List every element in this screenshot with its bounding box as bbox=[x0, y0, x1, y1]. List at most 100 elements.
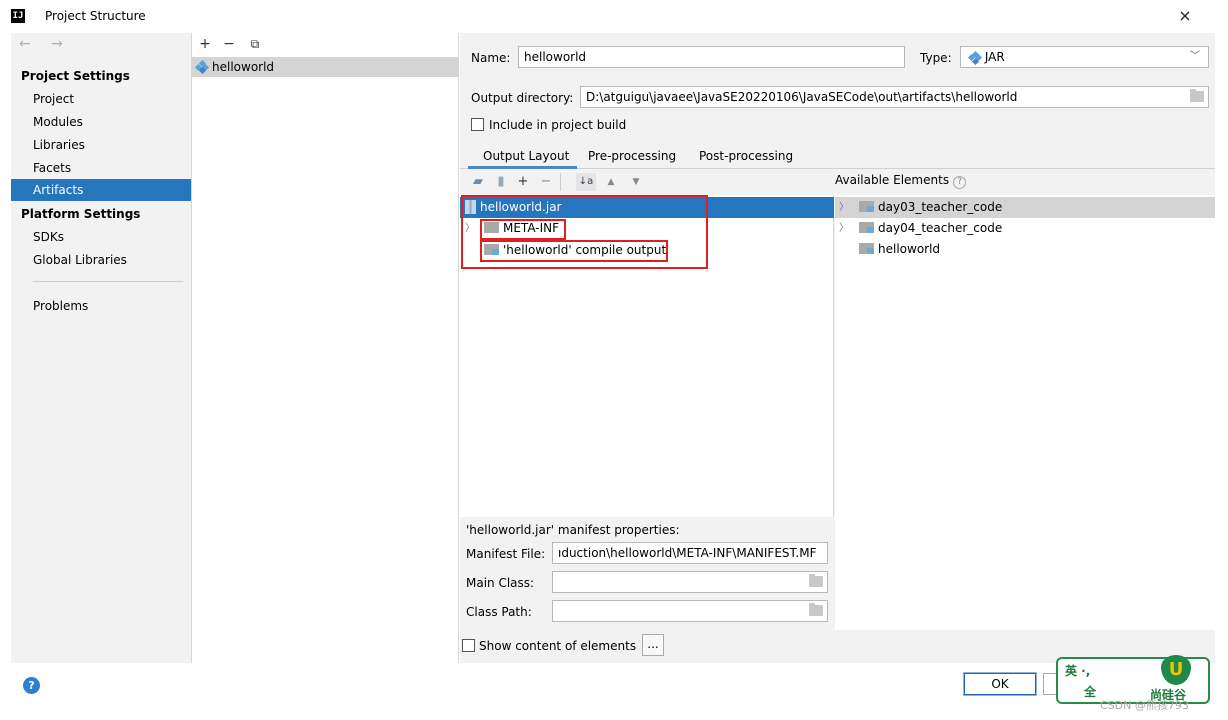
manifest-file-label: Manifest File: bbox=[466, 547, 546, 561]
browse-folder-icon[interactable] bbox=[809, 603, 823, 616]
manifest-title: 'helloworld.jar' manifest properties: bbox=[466, 523, 680, 537]
sidebar-item-sdks[interactable]: SDKs bbox=[11, 226, 191, 248]
output-directory-label: Output directory: bbox=[471, 91, 574, 105]
name-input[interactable]: helloworld bbox=[518, 46, 905, 68]
available-item-content: day04_teacher_code bbox=[859, 218, 1002, 239]
tree-row-content: 'helloworld' compile output bbox=[484, 240, 666, 261]
available-item-day04[interactable]: 〉 day04_teacher_code bbox=[835, 218, 1215, 239]
sidebar-divider bbox=[33, 281, 183, 282]
name-label: Name: bbox=[471, 51, 511, 65]
class-path-label: Class Path: bbox=[466, 605, 532, 619]
available-item-content: day03_teacher_code bbox=[859, 197, 1002, 218]
tree-row-compile-output[interactable]: 'helloworld' compile output bbox=[460, 240, 834, 261]
sidebar-item-artifacts[interactable]: Artifacts bbox=[11, 179, 191, 201]
tree-row-helloworld-jar[interactable]: helloworld.jar bbox=[460, 197, 834, 218]
manifest-file-input[interactable]: ıduction\helloworld\META-INF\MANIFEST.MF bbox=[552, 542, 828, 564]
add-copy-of-icon[interactable]: + bbox=[514, 173, 532, 191]
include-in-build-label: Include in project build bbox=[489, 118, 627, 132]
chevron-right-icon[interactable]: 〉 bbox=[465, 218, 475, 239]
toolbar-separator bbox=[560, 173, 561, 191]
type-select-value: JAR bbox=[984, 50, 1005, 64]
add-icon[interactable]: + bbox=[196, 35, 214, 53]
copy-icon[interactable]: ⧉ bbox=[246, 35, 264, 53]
artifact-settings-panel: Name: helloworld Type: JAR ﹀ Output dire… bbox=[460, 33, 1215, 663]
main-class-input[interactable] bbox=[552, 571, 828, 593]
tree-row-label: helloworld.jar bbox=[480, 200, 562, 214]
available-elements-label: Available Elements bbox=[835, 173, 950, 187]
chevron-down-icon: ﹀ bbox=[1190, 51, 1200, 62]
browse-folder-icon[interactable] bbox=[1190, 89, 1204, 102]
artifact-item-label: helloworld bbox=[212, 60, 275, 74]
chevron-right-icon[interactable]: 〉 bbox=[839, 197, 849, 218]
module-output-icon bbox=[484, 244, 499, 255]
sidebar-item-modules[interactable]: Modules bbox=[11, 111, 191, 133]
include-in-build-checkbox[interactable] bbox=[471, 118, 484, 131]
available-item-helloworld[interactable]: helloworld bbox=[835, 239, 1215, 260]
csdn-watermark: CSDN @熊孩793 bbox=[1100, 699, 1189, 712]
close-icon[interactable]: × bbox=[1173, 4, 1197, 28]
output-layout-tree: helloworld.jar 〉 META-INF 'helloworld' c… bbox=[460, 195, 834, 517]
sidebar-item-libraries[interactable]: Libraries bbox=[11, 134, 191, 156]
available-item-content: helloworld bbox=[859, 239, 940, 260]
chevron-right-icon[interactable]: 〉 bbox=[839, 218, 849, 239]
artifact-list-toolbar: + − ⧉ bbox=[192, 33, 458, 57]
ok-button[interactable]: OK bbox=[963, 672, 1037, 696]
back-forward-arrows[interactable]: ← → bbox=[19, 36, 71, 52]
help-button[interactable]: ? bbox=[23, 677, 40, 694]
class-path-input[interactable] bbox=[552, 600, 828, 622]
move-down-icon[interactable]: ▼ bbox=[628, 173, 644, 191]
tree-row-content: META-INF bbox=[484, 218, 559, 239]
available-item-label: day04_teacher_code bbox=[878, 221, 1003, 235]
watermark-line1: 英 ·, bbox=[1065, 664, 1091, 678]
jar-file-icon bbox=[465, 200, 476, 214]
project-settings-heading: Project Settings bbox=[21, 69, 130, 83]
show-content-checkbox[interactable] bbox=[462, 639, 475, 652]
brand-logo-icon: U bbox=[1161, 655, 1191, 685]
remove-icon[interactable]: − bbox=[220, 35, 238, 53]
intellij-logo-icon: IJ bbox=[11, 9, 25, 23]
type-label: Type: bbox=[920, 51, 952, 65]
show-content-options-button[interactable]: ... bbox=[642, 634, 664, 656]
show-content-label: Show content of elements bbox=[479, 639, 637, 653]
sidebar-item-facets[interactable]: Facets bbox=[11, 157, 191, 179]
add-jar-icon[interactable]: ▮ bbox=[494, 173, 508, 191]
available-item-label: day03_teacher_code bbox=[878, 200, 1003, 214]
watermark-line2: 全 bbox=[1084, 685, 1097, 699]
remove-element-icon[interactable]: − bbox=[538, 173, 554, 191]
module-icon bbox=[859, 222, 874, 233]
sidebar-item-problems[interactable]: Problems bbox=[11, 295, 191, 317]
window-title: Project Structure bbox=[45, 9, 146, 23]
available-elements-heading: Available Elements? bbox=[835, 173, 967, 189]
help-icon[interactable]: ? bbox=[953, 176, 967, 189]
module-icon bbox=[859, 243, 874, 254]
manifest-properties: 'helloworld.jar' manifest properties: Ma… bbox=[460, 517, 834, 630]
artifact-list-panel: + − ⧉ helloworld bbox=[191, 33, 459, 663]
tree-row-meta-inf[interactable]: 〉 META-INF bbox=[460, 218, 834, 239]
jar-artifact-icon bbox=[194, 59, 210, 75]
output-directory-input[interactable]: D:\atguigu\javaee\JavaSE20220106\JavaSEC… bbox=[580, 86, 1209, 108]
main-class-label: Main Class: bbox=[466, 576, 535, 590]
settings-sidebar: ← → Project Settings Project Modules Lib… bbox=[11, 33, 191, 663]
tab-pre-processing[interactable]: Pre-processing bbox=[588, 147, 676, 169]
jar-type-icon bbox=[967, 50, 983, 65]
tab-output-layout[interactable]: Output Layout bbox=[468, 147, 578, 169]
tree-row-label: 'helloworld' compile output bbox=[503, 243, 667, 257]
output-directory-value: D:\atguigu\javaee\JavaSE20220106\JavaSEC… bbox=[586, 90, 1018, 104]
available-item-label: helloworld bbox=[878, 242, 941, 256]
tab-post-processing[interactable]: Post-processing bbox=[699, 147, 793, 169]
sort-elements-icon[interactable]: ↓a bbox=[576, 173, 596, 191]
move-up-icon[interactable]: ▲ bbox=[603, 173, 619, 191]
artifact-item-helloworld[interactable]: helloworld bbox=[192, 57, 458, 77]
sidebar-item-global-libraries[interactable]: Global Libraries bbox=[11, 249, 191, 271]
artifact-tabs: Output Layout Pre-processing Post-proces… bbox=[460, 143, 1215, 169]
type-select[interactable]: JAR ﹀ bbox=[960, 46, 1209, 68]
platform-settings-heading: Platform Settings bbox=[21, 207, 141, 221]
sidebar-item-project[interactable]: Project bbox=[11, 88, 191, 110]
output-layout-toolbar: ▰ ▮ + − ↓a ▲ ▼ bbox=[460, 170, 834, 194]
create-directory-icon[interactable]: ▰ bbox=[470, 173, 486, 191]
folder-icon bbox=[484, 222, 499, 233]
available-item-day03[interactable]: 〉 day03_teacher_code bbox=[835, 197, 1215, 218]
available-elements-tree: 〉 day03_teacher_code 〉 day04_teacher_cod… bbox=[835, 195, 1215, 630]
tree-row-label: META-INF bbox=[503, 221, 560, 235]
browse-folder-icon[interactable] bbox=[809, 574, 823, 587]
